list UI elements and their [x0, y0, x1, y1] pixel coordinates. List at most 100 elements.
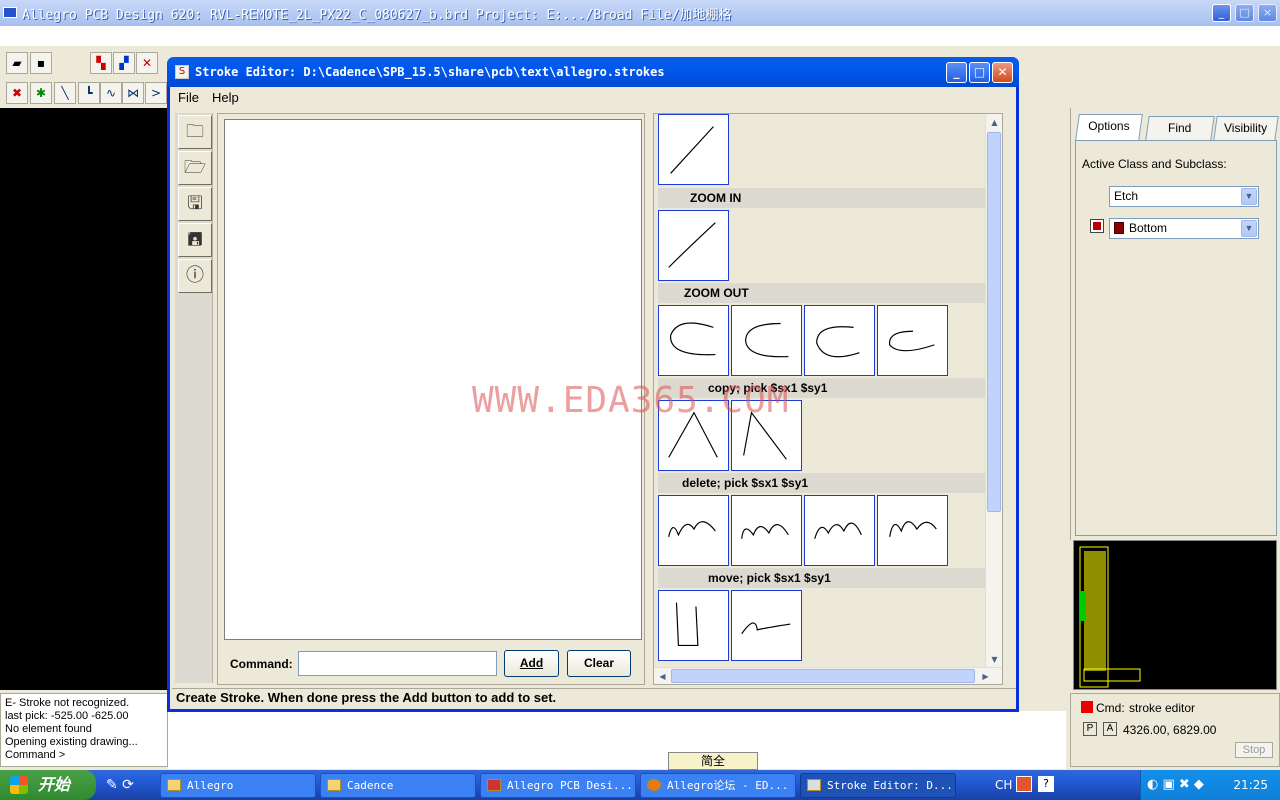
stroke-thumb[interactable]	[658, 495, 729, 566]
ime-toolbar[interactable]: 简全	[668, 752, 758, 770]
route-icon-7[interactable]: >	[145, 82, 167, 104]
command-input[interactable]	[298, 651, 497, 676]
help-icon[interactable]: ?	[1038, 776, 1054, 792]
app-title-bar[interactable]: Allegro PCB Design 620: RVL-REMOTE_2L_PX…	[0, 0, 1280, 26]
tool-icon-2[interactable]: ▞	[113, 52, 135, 74]
close-button[interactable]: ✕	[992, 62, 1013, 83]
category-label: ZOOM IN	[658, 188, 998, 208]
menu-file[interactable]: File	[178, 90, 199, 105]
clear-button[interactable]: Clear	[567, 650, 631, 677]
p-button[interactable]: P	[1083, 722, 1097, 736]
vertical-scrollbar[interactable]: ▲ ▼	[985, 114, 1002, 668]
scroll-left-icon[interactable]: ◀	[655, 669, 670, 684]
scroll-right-icon[interactable]: ▶	[978, 669, 993, 684]
vertical-scroll-thumb[interactable]	[987, 132, 1001, 512]
dialog-status-bar: Create Stroke. When done press the Add b…	[172, 688, 1016, 708]
stroke-thumb[interactable]	[731, 590, 802, 661]
tab-find[interactable]: Find	[1145, 116, 1215, 140]
tray-icons[interactable]: ◐ ▣ ✖ ◆	[1147, 777, 1204, 792]
menu-help[interactable]: Help	[212, 90, 239, 105]
minimize-button[interactable]: _	[946, 62, 967, 83]
add-button[interactable]: Add	[504, 650, 559, 677]
stroke-draw-area[interactable]	[224, 119, 642, 640]
stroke-thumb[interactable]	[658, 590, 729, 661]
stroke-thumb[interactable]	[804, 495, 875, 566]
horizontal-scroll-thumb[interactable]	[671, 669, 975, 683]
horizontal-scrollbar[interactable]: ◀ ▶	[654, 667, 1002, 684]
language-indicator[interactable]: CH	[995, 778, 1012, 792]
tab-visibility[interactable]: Visibility	[1213, 116, 1279, 140]
stroke-editor-icon	[807, 779, 821, 791]
cmd-value: stroke editor	[1129, 701, 1196, 715]
stroke-thumb[interactable]	[658, 114, 729, 185]
quicklaunch-icons[interactable]: ✎ ⟳	[106, 777, 134, 793]
tool-icon-1[interactable]: ▚	[90, 52, 112, 74]
clock: 21:25	[1233, 778, 1268, 792]
console-log: E- Stroke not recognized. last pick: -52…	[0, 693, 168, 767]
start-label: 开始	[38, 775, 71, 794]
app-minimize-button[interactable]: _	[1212, 4, 1231, 22]
stroke-thumb[interactable]	[658, 305, 729, 376]
dialog-toolbar: 🗀 🗁 🖫 🖪 ⓘ	[175, 113, 213, 683]
stroke-thumb[interactable]	[804, 305, 875, 376]
route-icon-4[interactable]: ┗	[78, 82, 100, 104]
taskbar-item-allegro-folder[interactable]: Allegro	[160, 773, 316, 798]
dialog-app-icon: S	[175, 65, 189, 79]
taskbar-item-allegro-pcb[interactable]: Allegro PCB Desi...	[480, 773, 636, 798]
stroke-thumb[interactable]	[877, 495, 948, 566]
console-prompt[interactable]: Command >	[5, 749, 163, 762]
save-as-icon[interactable]: 🖪	[178, 223, 212, 257]
category-label: move; pick $sx1 $sy1	[658, 568, 998, 588]
taskbar-item-cadence-folder[interactable]: Cadence	[320, 773, 476, 798]
open-folder-icon[interactable]: 🗀	[178, 115, 212, 149]
app-close-button[interactable]: ×	[1258, 4, 1277, 22]
options-panel: Options Find Visibility Active Class and…	[1070, 108, 1280, 540]
stroke-thumb[interactable]	[731, 400, 802, 471]
scroll-down-icon[interactable]: ▼	[987, 652, 1002, 667]
stroke-thumb[interactable]	[658, 400, 729, 471]
folder-icon	[327, 779, 341, 791]
class-select[interactable]: Etch ▼	[1109, 186, 1259, 207]
stroke-draw-pane: Command: Add Clear	[217, 113, 645, 685]
save-icon[interactable]: 🖫	[178, 187, 212, 221]
tab-options[interactable]: Options	[1075, 114, 1143, 141]
start-button[interactable]: 开始	[0, 770, 96, 800]
save-icon[interactable]: ▪	[30, 52, 52, 74]
route-icon-2[interactable]: ✱	[30, 82, 52, 104]
a-button[interactable]: A	[1103, 722, 1117, 736]
app-restore-button[interactable]: □	[1235, 4, 1254, 22]
open-alt-icon[interactable]: 🗁	[178, 151, 212, 185]
route-icon-3[interactable]: ╲	[54, 82, 76, 104]
open-icon[interactable]: ▰	[6, 52, 28, 74]
taskbar-item-label: Stroke Editor: D...	[827, 779, 953, 792]
taskbar-item-label: Cadence	[347, 779, 394, 792]
chevron-down-icon[interactable]: ▼	[1241, 188, 1257, 205]
chevron-down-icon[interactable]: ▼	[1241, 220, 1257, 237]
dialog-title-bar[interactable]: S Stroke Editor: D:\Cadence\SPB_15.5\sha…	[167, 57, 1019, 87]
subclass-select[interactable]: Bottom ▼	[1109, 218, 1259, 239]
color-swatch-button[interactable]	[1090, 219, 1104, 233]
category-label: delete; pick $sx1 $sy1	[658, 473, 998, 493]
info-icon[interactable]: ⓘ	[178, 259, 212, 293]
ime-icon[interactable]	[1016, 776, 1032, 792]
browser-icon	[647, 779, 661, 791]
stroke-thumb[interactable]	[877, 305, 948, 376]
console-line: No element found	[5, 723, 92, 735]
route-icon-6[interactable]: ⋈	[122, 82, 144, 104]
scroll-up-icon[interactable]: ▲	[987, 115, 1002, 130]
route-icon-1[interactable]: ✖	[6, 82, 28, 104]
stroke-thumb[interactable]	[731, 495, 802, 566]
world-view-minimap[interactable]	[1073, 540, 1277, 690]
stroke-thumb[interactable]	[658, 210, 729, 281]
route-icon-5[interactable]: ∿	[100, 82, 122, 104]
stop-button[interactable]: Stop	[1235, 742, 1273, 758]
taskbar-item-stroke-editor[interactable]: Stroke Editor: D...	[800, 773, 956, 798]
stroke-thumb[interactable]	[731, 305, 802, 376]
category-label: ZOOM OUT	[658, 283, 998, 303]
maximize-button[interactable]: □	[969, 62, 990, 83]
design-canvas[interactable]	[0, 108, 168, 690]
taskbar-item-browser[interactable]: Allegro论坛 - ED...	[640, 773, 796, 798]
app-icon	[3, 7, 17, 18]
tool-icon-3[interactable]: ✕	[136, 52, 158, 74]
dialog-title: Stroke Editor: D:\Cadence\SPB_15.5\share…	[195, 65, 665, 79]
